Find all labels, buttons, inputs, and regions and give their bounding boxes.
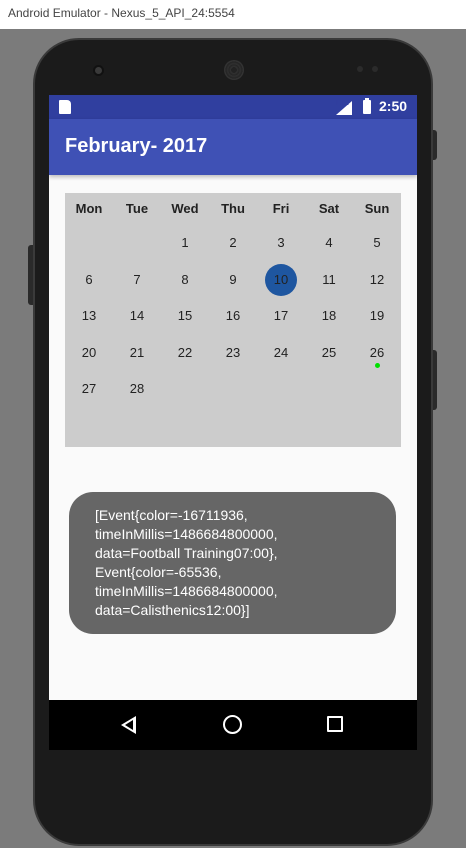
calendar-day-21[interactable]: 21 <box>113 335 161 371</box>
calendar-day-12[interactable]: 12 <box>353 262 401 298</box>
calendar-day-5[interactable]: 5 <box>353 225 401 261</box>
weekday-header-wed: Wed <box>171 201 199 216</box>
day-number: 21 <box>129 344 145 360</box>
home-icon[interactable] <box>223 715 242 734</box>
weekday-header-fri: Fri <box>272 201 290 216</box>
calendar-day-13[interactable]: 13 <box>65 298 113 334</box>
app-bar: February- 2017 <box>49 119 417 175</box>
toast-text: [Event{color=-16711936, timeInMillis=148… <box>95 507 278 618</box>
calendar-day-22[interactable]: 22 <box>161 335 209 371</box>
weekday-header-sat: Sat <box>318 201 340 216</box>
network-type-label: LTE <box>336 99 349 107</box>
day-number: 4 <box>325 235 333 250</box>
day-number: 25 <box>321 344 337 360</box>
calendar-day-28[interactable]: 28 <box>113 371 161 407</box>
emulator-titlebar: Android Emulator - Nexus_5_API_24:5554 <box>0 0 466 29</box>
calendar-day-19[interactable]: 19 <box>353 298 401 334</box>
calendar-day-3[interactable]: 3 <box>257 225 305 261</box>
day-number: 8 <box>181 271 189 287</box>
day-number: 5 <box>373 235 381 250</box>
day-number: 3 <box>277 235 285 250</box>
calendar-day-27[interactable]: 27 <box>65 371 113 407</box>
calendar-day-10[interactable]: 10 <box>257 262 305 298</box>
weekday-header-thu: Thu <box>221 201 245 216</box>
day-number: 10 <box>273 271 289 287</box>
day-number: 22 <box>177 344 193 360</box>
weekday-header-row: Mon Tue Wed Thu Fri Sat Sun <box>65 193 401 223</box>
calendar-day-1[interactable]: 1 <box>161 225 209 261</box>
day-number: 11 <box>322 271 336 287</box>
calendar-day-17[interactable]: 17 <box>257 298 305 334</box>
event-dot-icon <box>375 362 380 368</box>
calendar-day-26[interactable]: 26 <box>353 335 401 371</box>
calendar-day-11[interactable]: 11 <box>305 262 353 298</box>
recents-icon[interactable] <box>327 716 343 732</box>
calendar-day-16[interactable]: 16 <box>209 298 257 334</box>
calendar-day-15[interactable]: 15 <box>161 298 209 334</box>
calendar-day-18[interactable]: 18 <box>305 298 353 334</box>
device-screen: LTE 2:50 February- 2017 Mon Tue Wed Thu Fri S… <box>49 95 417 750</box>
sd-card-icon <box>59 100 71 114</box>
day-number: 19 <box>369 308 385 323</box>
day-number: 16 <box>225 308 241 323</box>
calendar-day-24[interactable]: 24 <box>257 335 305 371</box>
day-number: 14 <box>129 308 145 323</box>
day-number: 13 <box>81 308 97 323</box>
calendar-day-9[interactable]: 9 <box>209 262 257 298</box>
day-number: 12 <box>369 271 385 287</box>
calendar-day-25[interactable]: 25 <box>305 335 353 371</box>
day-number: 9 <box>229 271 237 287</box>
calendar-day-23[interactable]: 23 <box>209 335 257 371</box>
day-number: 23 <box>225 344 241 360</box>
day-number: 18 <box>321 308 337 323</box>
day-number: 24 <box>273 344 289 360</box>
battery-icon <box>363 98 371 114</box>
page-title: February- 2017 <box>65 135 208 157</box>
weekday-header-tue: Tue <box>125 201 149 216</box>
calendar-day-20[interactable]: 20 <box>65 335 113 371</box>
camera-icon <box>93 65 104 76</box>
toast-message: [Event{color=-16711936, timeInMillis=148… <box>69 492 396 634</box>
navigation-bar <box>49 700 417 750</box>
day-number: 2 <box>229 235 237 250</box>
day-number: 7 <box>133 271 141 287</box>
calendar-day-14[interactable]: 14 <box>113 298 161 334</box>
emulator-title: Android Emulator - Nexus_5_API_24:5554 <box>8 6 235 20</box>
day-number: 17 <box>273 308 289 323</box>
day-number: 26 <box>369 344 385 360</box>
calendar-day-4[interactable]: 4 <box>305 225 353 261</box>
day-number: 20 <box>81 344 97 360</box>
calendar-day-7[interactable]: 7 <box>113 262 161 298</box>
status-time: 2:50 <box>379 98 408 114</box>
speaker-icon <box>224 60 244 80</box>
sensor-icon <box>357 66 363 72</box>
day-number: 1 <box>181 235 189 250</box>
day-number: 6 <box>85 271 93 287</box>
status-bar: LTE 2:50 <box>49 95 417 119</box>
weekday-header-sun: Sun <box>364 201 390 216</box>
calendar-day-8[interactable]: 8 <box>161 262 209 298</box>
calendar-day-2[interactable]: 2 <box>209 225 257 261</box>
weekday-header-mon: Mon <box>75 201 103 216</box>
day-number: 15 <box>177 308 193 323</box>
day-number: 28 <box>129 381 145 396</box>
back-icon[interactable] <box>121 716 136 734</box>
sensor-icon <box>372 66 378 72</box>
calendar-day-6[interactable]: 6 <box>65 262 113 298</box>
calendar-grid: Mon Tue Wed Thu Fri Sat Sun 1 2 3 4 5 6 7 8 9 10 11 12 13 1… <box>65 193 401 447</box>
day-number: 27 <box>81 381 97 396</box>
